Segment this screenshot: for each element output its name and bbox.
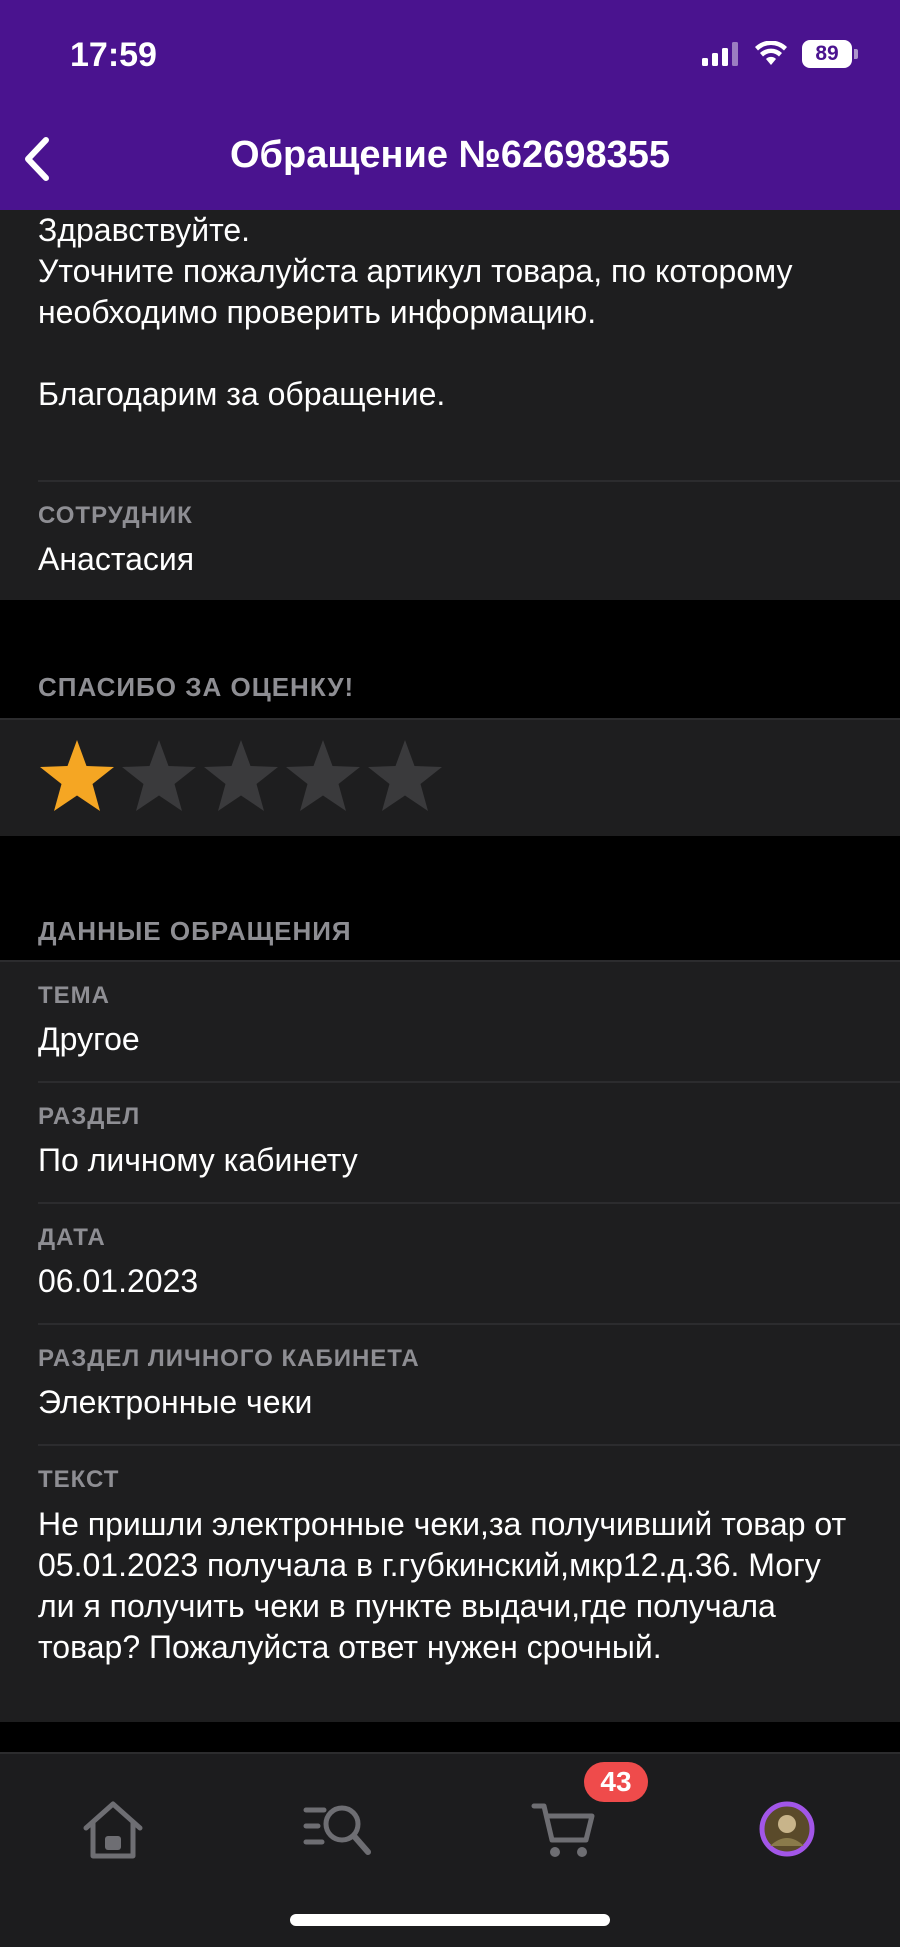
battery-tip: [854, 49, 858, 59]
date-row: ДАТА 06.01.2023: [38, 1204, 900, 1325]
section-field-value: По личному кабинету: [38, 1142, 358, 1178]
cellular-signal-icon: [702, 42, 738, 66]
page-title: Обращение №62698355: [229, 134, 670, 176]
details-section: ДАННЫЕ ОБРАЩЕНИЯ: [0, 836, 900, 960]
cabinet-section-value: Электронные чеки: [38, 1384, 313, 1420]
text-label: ТЕКСТ: [38, 1466, 120, 1493]
cart-badge: 43: [584, 1762, 648, 1802]
status-time: 17:59: [70, 36, 157, 74]
rating-star-icon[interactable]: [36, 736, 118, 818]
chevron-left-icon: [25, 137, 49, 181]
topic-row: ТЕМА Другое: [38, 962, 900, 1083]
rating-star-icon[interactable]: [200, 736, 282, 818]
cart-icon[interactable]: [530, 1794, 600, 1864]
home-icon[interactable]: [78, 1794, 148, 1864]
status-icons: 89: [702, 40, 858, 68]
cabinet-section-row: РАЗДЕЛ ЛИЧНОГО КАБИНЕТА Электронные чеки: [38, 1325, 900, 1446]
employee-name: Анастасия: [38, 541, 195, 577]
text-value: Не пришли электронные чеки,за получивший…: [38, 1506, 847, 1665]
response-card: Здравствуйте. Уточните пожалуйста артику…: [0, 210, 900, 600]
date-label: ДАТА: [38, 1224, 106, 1251]
details-section-label: ДАННЫЕ ОБРАЩЕНИЯ: [38, 916, 352, 946]
back-button[interactable]: [18, 134, 58, 184]
topic-label: ТЕМА: [38, 982, 110, 1009]
rating-card: [0, 718, 900, 836]
rating-star-icon[interactable]: [282, 736, 364, 818]
employee-label: СОТРУДНИК: [38, 502, 193, 529]
battery-level: 89: [802, 40, 852, 68]
cabinet-section-label: РАЗДЕЛ ЛИЧНОГО КАБИНЕТА: [38, 1345, 420, 1372]
section-row: РАЗДЕЛ По личному кабинету: [38, 1083, 900, 1204]
rating-section: СПАСИБО ЗА ОЦЕНКУ!: [0, 600, 900, 718]
wifi-icon: [755, 41, 787, 65]
section-field-label: РАЗДЕЛ: [38, 1103, 141, 1130]
home-indicator: [290, 1914, 610, 1926]
response-message: Здравствуйте. Уточните пожалуйста артику…: [38, 212, 793, 412]
profile-avatar[interactable]: [752, 1794, 822, 1864]
ticket-content[interactable]: Здравствуйте. Уточните пожалуйста артику…: [0, 210, 900, 1722]
catalog-search-icon[interactable]: [302, 1794, 372, 1864]
text-row: ТЕКСТ Не пришли электронные чеки,за полу…: [0, 1446, 900, 1668]
date-value: 06.01.2023: [38, 1263, 199, 1299]
top-app-bar: 17:59 89 Обращение №62698355: [0, 0, 900, 210]
employee-row: СОТРУДНИК Анастасия: [0, 482, 900, 580]
topic-value: Другое: [38, 1021, 140, 1057]
rating-star-icon[interactable]: [364, 736, 446, 818]
star-rating[interactable]: [0, 720, 900, 818]
battery-indicator: 89: [802, 40, 858, 68]
rating-star-icon[interactable]: [118, 736, 200, 818]
details-card: ТЕМА Другое РАЗДЕЛ По личному кабинету Д…: [0, 960, 900, 1722]
rating-label: СПАСИБО ЗА ОЦЕНКУ!: [38, 672, 355, 702]
